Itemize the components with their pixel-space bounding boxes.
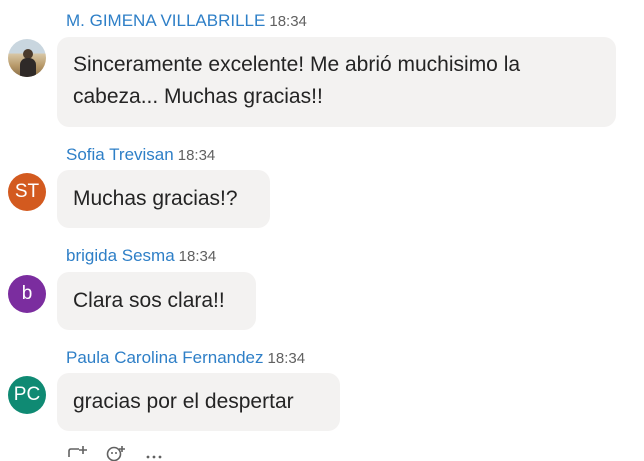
more-options-icon[interactable]	[142, 444, 166, 461]
reply-icon[interactable]	[66, 444, 90, 461]
message-actions	[66, 444, 166, 461]
avatar[interactable]: PC	[8, 376, 46, 414]
message-time: 18:34	[178, 248, 217, 265]
author-name[interactable]: Sofia Trevisan	[66, 145, 174, 164]
message-time: 18:34	[267, 350, 306, 367]
author-name[interactable]: brigida Sesma	[66, 246, 175, 265]
message-bubble[interactable]: Clara sos clara!!	[57, 272, 256, 330]
message-time: 18:34	[269, 13, 307, 30]
message-text: gracias por el despertar	[73, 390, 294, 413]
message-bubble[interactable]: gracias por el despertar	[57, 373, 340, 431]
reply-icon-svg	[68, 446, 87, 457]
avatar[interactable]: ST	[8, 173, 46, 211]
avatar-initials: b	[21, 283, 33, 304]
more-options-icon-svg	[146, 455, 162, 459]
chat-thread: M. GIMENA VILLABRILLE 18:34 Sinceramente …	[0, 0, 644, 461]
author-name[interactable]: Paula Carolina Fernandez	[66, 348, 264, 367]
author-name[interactable]: M. GIMENA VILLABRILLE	[66, 11, 265, 30]
avatar-initials: ST	[14, 181, 40, 202]
avatar-photo-body	[20, 58, 36, 77]
message-time: 18:34	[177, 147, 216, 164]
message-text: Muchas gracias!?	[73, 187, 238, 210]
message-header: brigida Sesma 18:34	[66, 246, 216, 266]
message-header: M. GIMENA VILLABRILLE 18:34	[66, 11, 307, 31]
avatar[interactable]	[8, 39, 46, 77]
avatar-initials: PC	[13, 384, 41, 405]
message-text: Clara sos clara!!	[73, 289, 225, 312]
add-reaction-icon[interactable]	[104, 444, 128, 461]
message-header: Paula Carolina Fernandez 18:34	[66, 348, 305, 368]
message-header: Sofia Trevisan 18:34	[66, 145, 215, 165]
add-reaction-icon-svg	[106, 446, 125, 461]
message-text: Sinceramente excelente! Me abrió muchisi…	[73, 53, 521, 108]
avatar[interactable]: b	[8, 275, 46, 313]
message-bubble[interactable]: Muchas gracias!?	[57, 170, 270, 228]
message-bubble[interactable]: Sinceramente excelente! Me abrió muchisi…	[57, 37, 616, 127]
